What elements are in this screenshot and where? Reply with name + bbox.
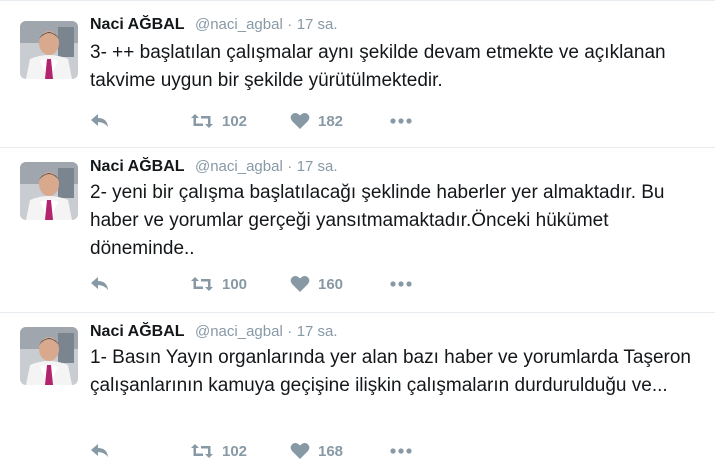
more-icon: [390, 118, 412, 124]
more-icon: [390, 281, 412, 287]
like-button[interactable]: 160: [290, 275, 390, 293]
retweet-icon: [191, 114, 213, 128]
timestamp[interactable]: 17 sa.: [297, 323, 338, 340]
heart-icon: [290, 443, 310, 459]
tweet-actions: 100 160: [90, 272, 412, 296]
retweet-button[interactable]: 102: [190, 113, 290, 130]
tweet[interactable]: Naci AĞBAL @naci_agbal · 17 sa. 1- Basın…: [0, 313, 715, 465]
like-button[interactable]: 168: [290, 442, 390, 460]
tweet-feed: Naci AĞBAL @naci_agbal · 17 sa. 3- ++ ba…: [0, 0, 715, 465]
separator: ·: [287, 158, 293, 175]
retweet-icon: [191, 277, 213, 291]
author-handle[interactable]: @naci_agbal: [195, 323, 283, 340]
tweet-text: 3- ++ başlatılan çalışmalar aynı şekilde…: [90, 42, 666, 91]
tweet-header: Naci AĞBAL @naci_agbal · 17 sa.: [90, 155, 338, 179]
more-button[interactable]: [390, 281, 412, 287]
author-name[interactable]: Naci AĞBAL: [90, 323, 185, 340]
retweet-button[interactable]: 100: [190, 276, 290, 293]
retweet-count: 102: [222, 442, 248, 460]
author-name[interactable]: Naci AĞBAL: [90, 158, 185, 175]
retweet-icon: [191, 444, 213, 458]
heart-icon: [290, 276, 310, 292]
timestamp[interactable]: 17 sa.: [297, 158, 338, 175]
tweet-header: Naci AĞBAL @naci_agbal · 17 sa.: [90, 13, 338, 37]
like-count: 160: [318, 275, 344, 293]
avatar[interactable]: [20, 327, 78, 385]
retweet-button[interactable]: 102: [190, 443, 290, 460]
reply-button[interactable]: [90, 113, 190, 129]
tweet-actions: 102 182: [90, 109, 412, 133]
retweet-count: 102: [222, 112, 248, 130]
reply-button[interactable]: [90, 276, 190, 292]
tweet-text: 1- Basın Yayın organlarında yer alan baz…: [90, 347, 691, 396]
avatar[interactable]: [20, 162, 78, 220]
like-count: 182: [318, 112, 344, 130]
more-button[interactable]: [390, 118, 412, 124]
author-name[interactable]: Naci AĞBAL: [90, 16, 185, 33]
reply-button[interactable]: [90, 443, 190, 459]
author-handle[interactable]: @naci_agbal: [195, 16, 283, 33]
avatar[interactable]: [20, 21, 78, 79]
tweet-text: 2- yeni bir çalışma başlatılacağı şeklin…: [90, 182, 665, 259]
separator: ·: [287, 16, 293, 33]
tweet-actions: 102 168: [90, 439, 412, 463]
tweet[interactable]: Naci AĞBAL @naci_agbal · 17 sa. 2- yeni …: [0, 148, 715, 313]
tweet-header: Naci AĞBAL @naci_agbal · 17 sa.: [90, 320, 338, 344]
separator: ·: [287, 323, 293, 340]
retweet-count: 100: [222, 275, 248, 293]
timestamp[interactable]: 17 sa.: [297, 16, 338, 33]
reply-icon: [91, 114, 108, 127]
tweet[interactable]: Naci AĞBAL @naci_agbal · 17 sa. 3- ++ ba…: [0, 0, 715, 148]
like-count: 168: [318, 442, 344, 460]
heart-icon: [290, 113, 310, 129]
author-handle[interactable]: @naci_agbal: [195, 158, 283, 175]
like-button[interactable]: 182: [290, 112, 390, 130]
more-button[interactable]: [390, 448, 412, 454]
reply-icon: [91, 277, 108, 290]
reply-icon: [91, 444, 108, 457]
more-icon: [390, 448, 412, 454]
